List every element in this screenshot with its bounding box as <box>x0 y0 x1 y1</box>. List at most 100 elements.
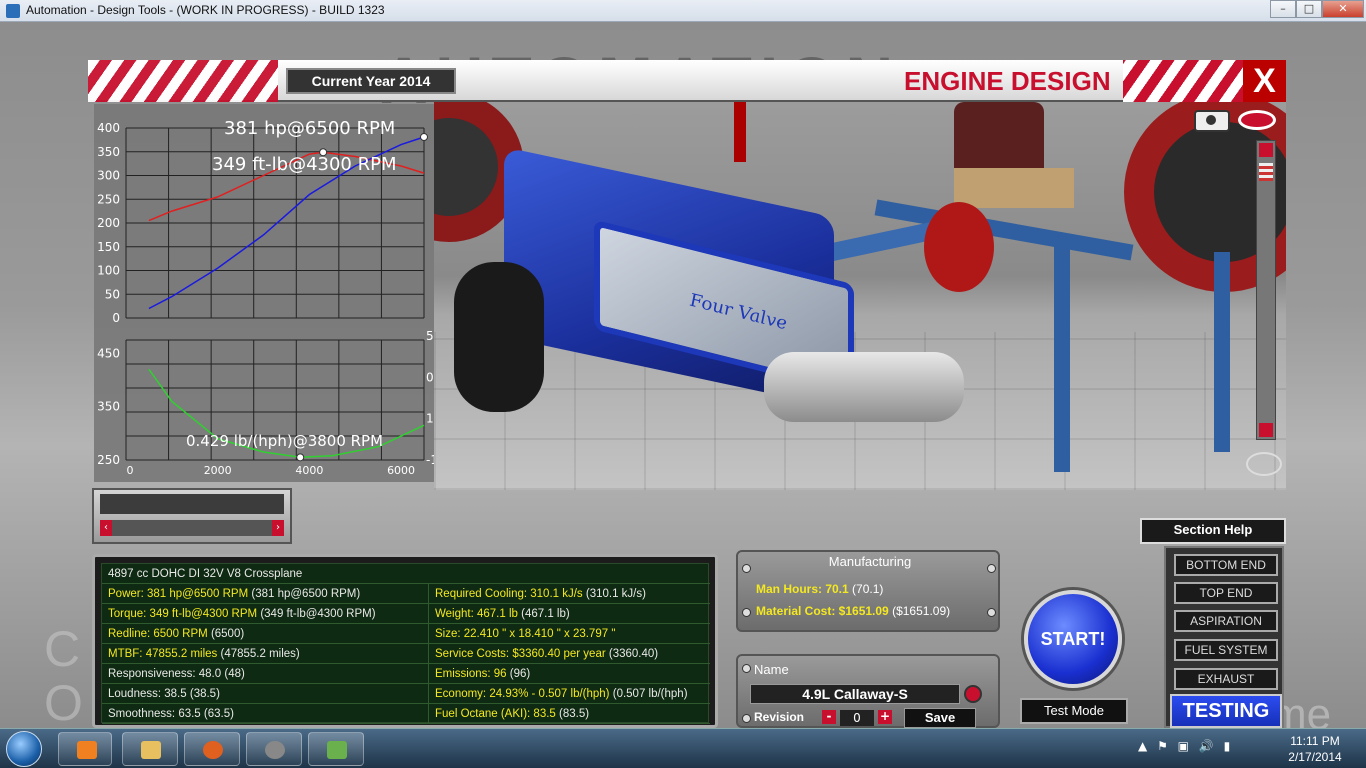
revision-value: 0 <box>840 710 874 726</box>
stat-right: Fuel Octane (AKI): 83.5 (83.5) <box>428 704 589 724</box>
stats-row: Smoothness: 63.5 (63.5) Fuel Octane (AKI)… <box>102 704 710 724</box>
action-center-icon[interactable]: ⚑ <box>1157 739 1168 753</box>
network-icon[interactable]: ▮ <box>1224 739 1231 753</box>
screw-icon <box>742 608 751 617</box>
name-label: Name <box>754 662 789 677</box>
device-icon[interactable]: ▣ <box>1178 739 1189 753</box>
rotate-view-icon[interactable] <box>1246 452 1282 476</box>
slider-left-button[interactable]: ‹ <box>100 520 112 536</box>
header-bar: Current Year 2014 ENGINE DESIGN X <box>88 60 1286 102</box>
window-close-button[interactable]: ✕ <box>1322 0 1364 18</box>
nav-fuel-system[interactable]: FUEL SYSTEM <box>1174 639 1278 661</box>
scroll-up-button[interactable] <box>1259 143 1273 157</box>
stat-value: Service Costs: $3360.40 per year <box>435 648 606 660</box>
slider-label-area <box>100 494 284 514</box>
taskbar-automation[interactable] <box>246 732 302 766</box>
volume-icon[interactable]: 🔊 <box>1199 739 1214 753</box>
random-name-button[interactable] <box>964 685 982 703</box>
revision-increment-button[interactable]: + <box>878 710 892 724</box>
y-tick-label: 250 <box>97 192 120 206</box>
stat-ref: (47855.2 miles) <box>220 648 300 660</box>
stats-row: MTBF: 47855.2 miles (47855.2 miles) Servi… <box>102 644 710 664</box>
stat-value: Weight: 467.1 lb <box>435 608 518 620</box>
y-tick-label: 350 <box>97 145 120 159</box>
slider-right-button[interactable]: › <box>272 520 284 536</box>
stat-ref: (38.5) <box>189 688 220 700</box>
save-button[interactable]: Save <box>904 708 976 728</box>
test-rig-leg <box>1054 242 1070 472</box>
stat-left: Power: 381 hp@6500 RPM (381 hp@6500 RPM) <box>108 584 360 604</box>
stat-left: Torque: 349 ft-lb@4300 RPM (349 ft-lb@43… <box>108 604 376 624</box>
window-titlebar[interactable]: Automation - Design Tools - (WORK IN PRO… <box>0 0 1366 22</box>
stat-ref: (467.1 lb) <box>521 608 570 620</box>
header-stripes-right <box>1123 60 1243 102</box>
nav-bottom-end[interactable]: BOTTOM END <box>1174 554 1278 576</box>
automation-icon <box>265 741 285 759</box>
windows-start-icon[interactable] <box>6 731 42 767</box>
crate <box>954 168 1074 208</box>
nav-aspiration[interactable]: ASPIRATION <box>1174 610 1278 632</box>
y2-tick-label: 1.0 <box>426 412 434 426</box>
scroll-thumb[interactable] <box>1259 163 1273 181</box>
section-help-button[interactable]: Section Help <box>1140 518 1286 544</box>
engine-name-field[interactable]: 4.9L Callaway-S <box>750 684 960 704</box>
revision-decrement-button[interactable]: - <box>822 710 836 724</box>
media-player-icon <box>77 741 97 759</box>
header-stripes-left <box>88 60 278 102</box>
stat-value: Redline: 6500 RPM <box>108 628 208 640</box>
stats-row: Responsiveness: 48.0 (48) Emissions: 96 (… <box>102 664 710 684</box>
y-tick-label: 150 <box>97 240 120 254</box>
clock-time: 11:11 PM <box>1290 734 1340 748</box>
stat-ref: (3360.40) <box>608 648 659 660</box>
nav-testing[interactable]: TESTING <box>1170 694 1282 728</box>
screen-title: ENGINE DESIGN <box>904 66 1111 96</box>
engine-spec-header: 4897 cc DOHC DI 32V V8 Crossplane <box>108 568 303 580</box>
screw-icon <box>987 608 996 617</box>
man-hours-value: Man Hours: 70.1 <box>756 582 849 596</box>
nav-top-end[interactable]: TOP END <box>1174 582 1278 604</box>
y-tick-label: 0 <box>112 311 120 325</box>
part-slider-track[interactable] <box>100 520 284 536</box>
stat-left: Responsiveness: 48.0 (48) <box>108 664 245 684</box>
man-hours-ref: (70.1) <box>852 582 884 596</box>
x-tick-label: 4000 <box>295 464 323 477</box>
close-screen-button[interactable]: X <box>1243 60 1286 102</box>
maximize-button[interactable]: □ <box>1296 0 1322 18</box>
manufacturing-panel: Manufacturing Man Hours: 70.1 (70.1) Mat… <box>736 550 1000 632</box>
y-tick-label: 400 <box>97 121 120 135</box>
y-tick-label: 450 <box>97 346 120 360</box>
stat-right: Emissions: 96 (96) <box>428 664 530 684</box>
minimize-button[interactable]: – <box>1270 0 1296 18</box>
zoom-scrollbar[interactable] <box>1256 140 1276 440</box>
stat-ref: (310.1 kJ/s) <box>585 588 646 600</box>
screw-icon <box>742 564 751 573</box>
material-cost-value: Material Cost: $1651.09 <box>756 604 889 618</box>
test-mode-button[interactable]: Test Mode <box>1020 698 1128 724</box>
taskbar-firefox[interactable] <box>184 732 240 766</box>
scroll-down-button[interactable] <box>1259 423 1273 437</box>
taskbar-media-player[interactable] <box>58 732 112 766</box>
stats-header-row: 4897 cc DOHC DI 32V V8 Crossplane <box>102 564 710 584</box>
nav-exhaust[interactable]: EXHAUST <box>1174 668 1278 690</box>
x-tick-label: 2000 <box>204 464 232 477</box>
bsfc-min-marker <box>296 453 305 462</box>
name-panel: Name 4.9L Callaway-S Revision - 0 + Save <box>736 654 1000 728</box>
window-title: Automation - Design Tools - (WORK IN PRO… <box>26 3 385 17</box>
start-button[interactable]: START! <box>1024 590 1122 688</box>
manufacturing-title: Manufacturing <box>828 554 912 569</box>
stat-ref: (0.507 lb/(hph) <box>612 688 688 700</box>
x-tick-label: 6000 <box>387 464 415 477</box>
taskbar-explorer[interactable] <box>122 732 178 766</box>
dyno-pulley <box>924 202 994 292</box>
stats-row: Torque: 349 ft-lb@4300 RPM (349 ft-lb@43… <box>102 604 710 624</box>
stat-ref: (96) <box>509 668 531 680</box>
exhaust-headers <box>764 352 964 422</box>
taskbar-paint[interactable] <box>308 732 364 766</box>
peak-power-label: 381 hp@6500 RPM <box>224 118 395 139</box>
engine-viewport[interactable]: Four Valve <box>434 102 1286 490</box>
material-cost: Material Cost: $1651.09 ($1651.09) <box>756 604 950 618</box>
eye-icon[interactable] <box>1238 110 1276 130</box>
show-hidden-icons-icon[interactable]: ▲ <box>1138 739 1147 753</box>
camera-icon[interactable] <box>1194 110 1230 132</box>
taskbar-clock[interactable]: 11:11 PM 2/17/2014 <box>1280 733 1350 765</box>
